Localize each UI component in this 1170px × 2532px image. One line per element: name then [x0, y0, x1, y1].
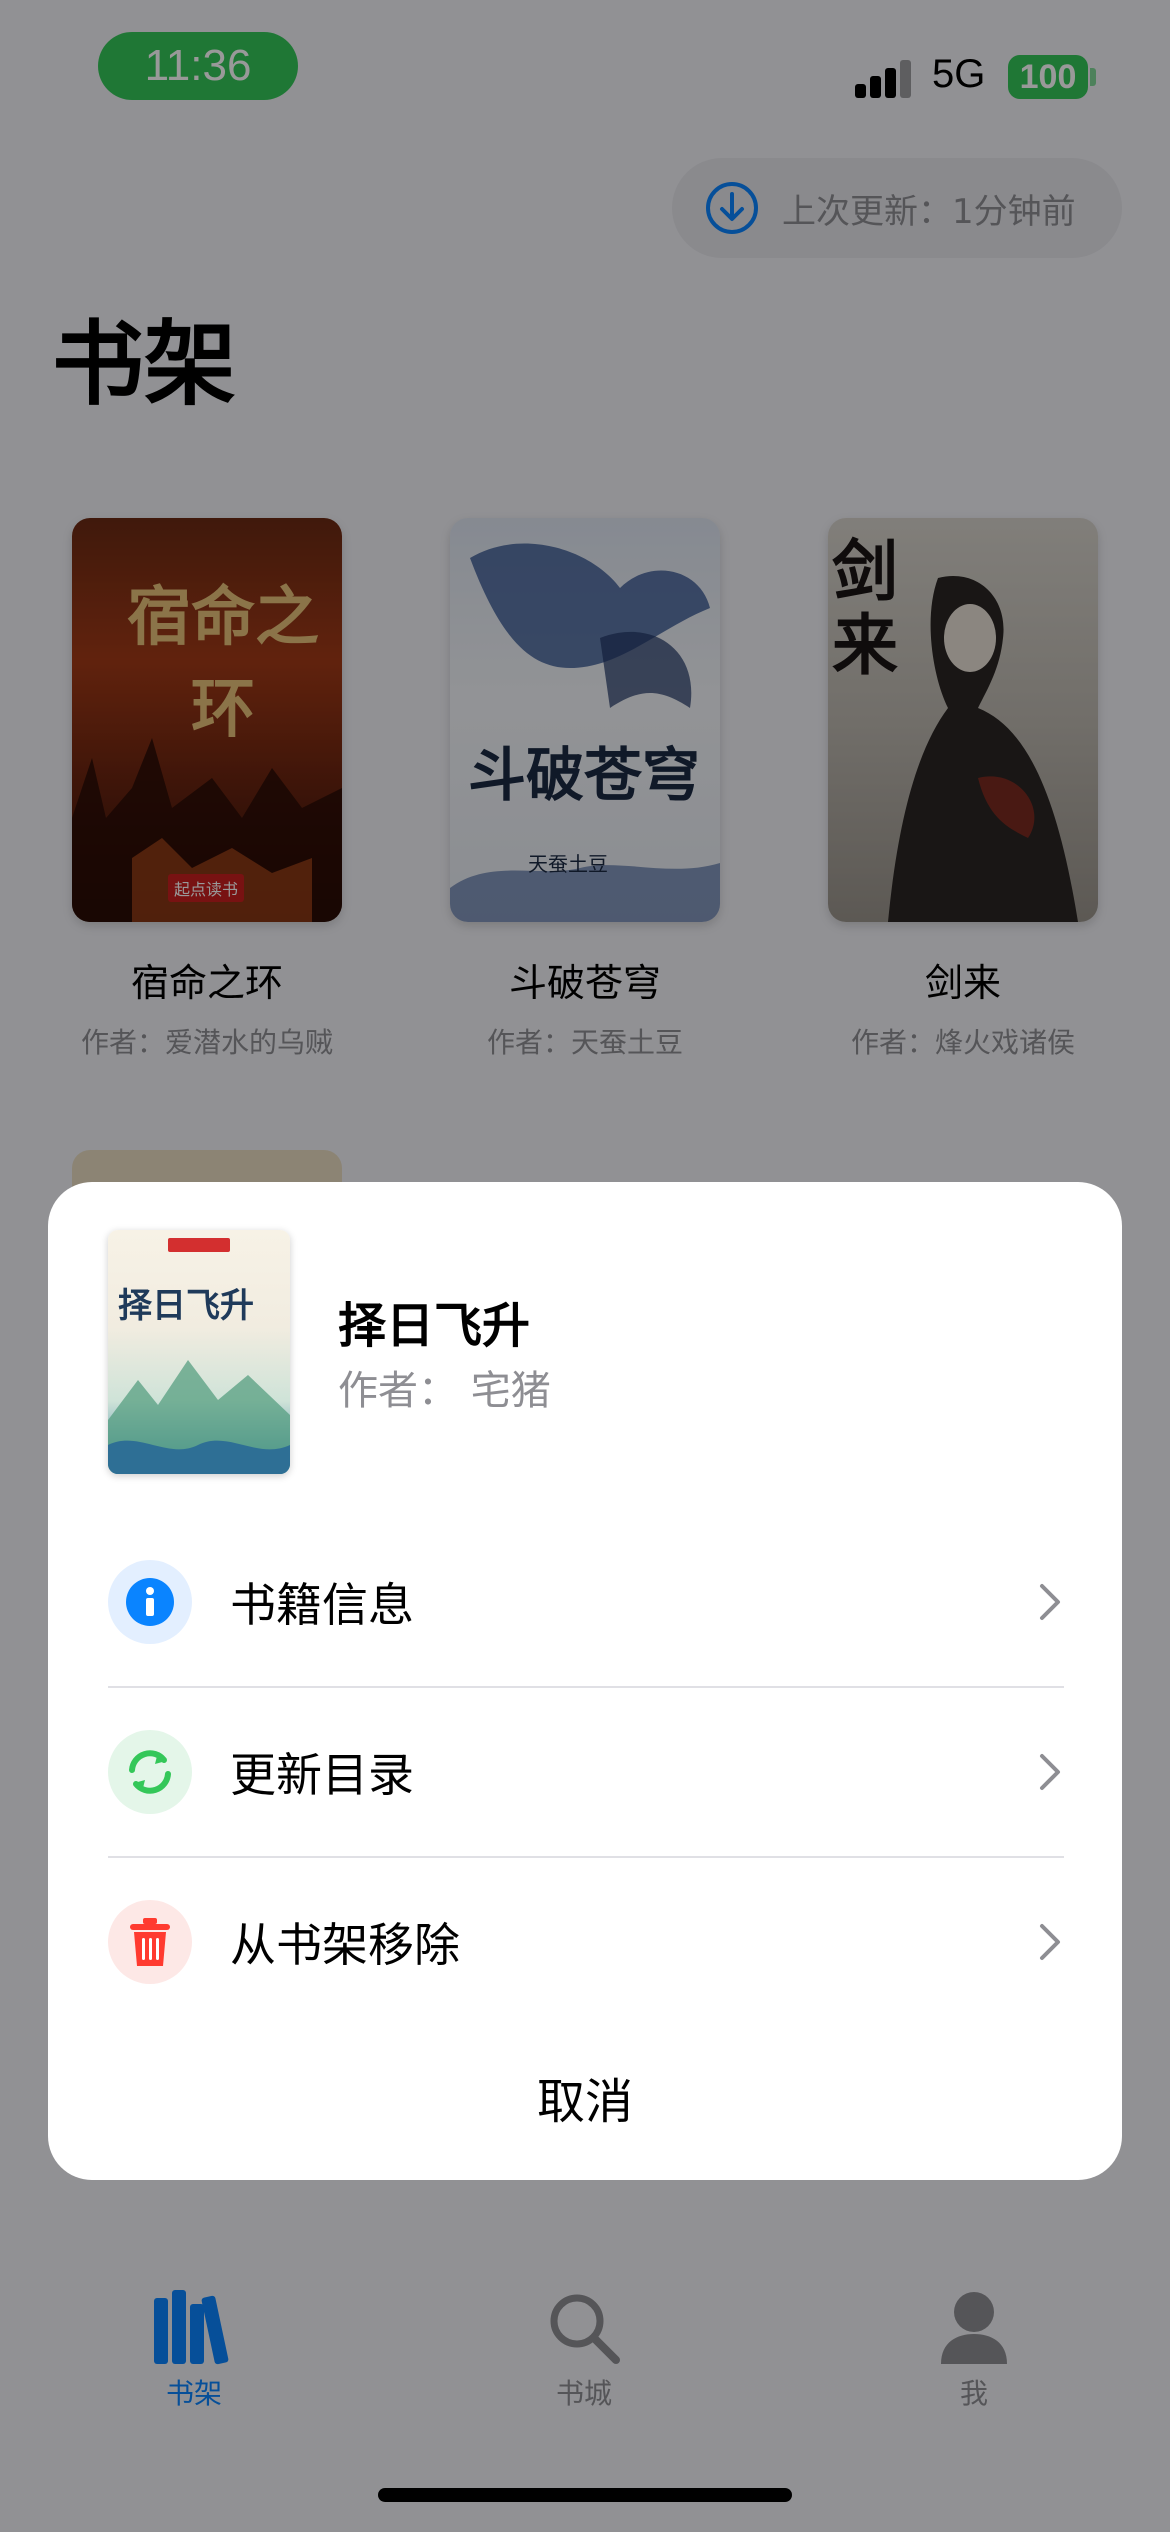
remove-from-shelf-label: 从书架移除 [230, 1918, 460, 1972]
sheet-book-cover: 择日飞升 [108, 1230, 290, 1474]
remove-from-shelf-row[interactable]: 从书架移除 [108, 1858, 1064, 2026]
refresh-icon [129, 1750, 171, 1794]
trash-icon-bg [108, 1900, 192, 1984]
cover-title-text: 择日飞升 [118, 1286, 254, 1326]
update-catalog-row[interactable]: 更新目录 [108, 1688, 1064, 1856]
info-icon-bg [108, 1560, 192, 1644]
chevron-right-icon [1040, 1924, 1060, 1960]
update-catalog-label: 更新目录 [230, 1748, 414, 1802]
trash-icon [130, 1918, 170, 1966]
cancel-button[interactable]: 取消 [48, 2062, 1122, 2142]
refresh-icon-bg [108, 1730, 192, 1814]
publisher-badge [168, 1238, 230, 1252]
home-indicator[interactable] [378, 2488, 792, 2502]
book-info-label: 书籍信息 [230, 1578, 414, 1632]
book-action-sheet: 择日飞升 择日飞升 作者： 宅猪 书籍信息 更新目录 从书架移除 取消 [48, 1182, 1122, 2180]
sheet-book-author: 作者： 宅猪 [338, 1368, 551, 1414]
chevron-right-icon [1040, 1584, 1060, 1620]
chevron-right-icon [1040, 1754, 1060, 1790]
sheet-book-title: 择日飞升 [338, 1298, 531, 1354]
book-info-row[interactable]: 书籍信息 [108, 1518, 1064, 1686]
cover-illustration [108, 1360, 290, 1474]
info-icon [126, 1578, 174, 1626]
